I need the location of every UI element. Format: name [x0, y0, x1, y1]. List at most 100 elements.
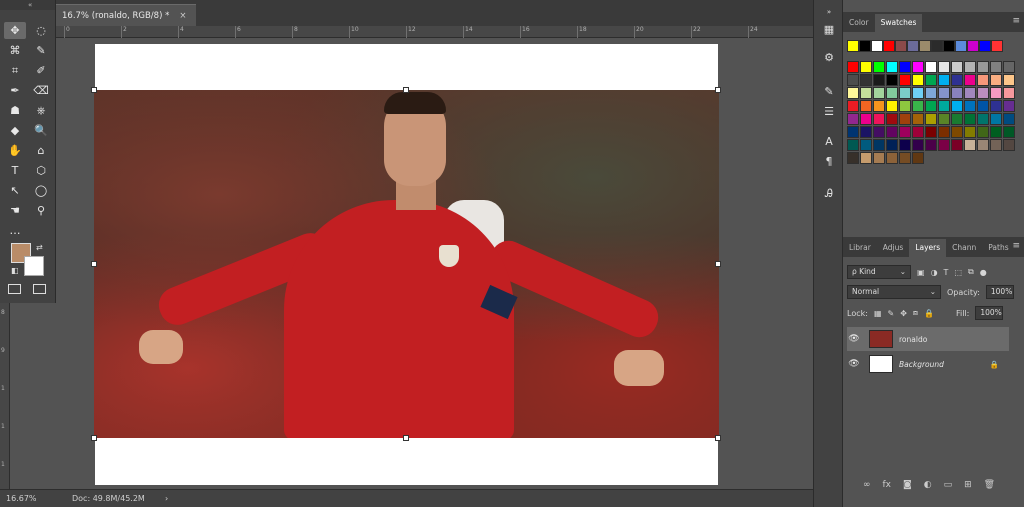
document-tab[interactable]: 16.7% (ronaldo, RGB/8) * ×	[56, 4, 197, 26]
color-swatch[interactable]	[964, 139, 976, 151]
brush-icon[interactable]: ⌫	[30, 82, 52, 99]
recent-swatch[interactable]	[847, 40, 859, 52]
new-group-icon[interactable]: ▭	[944, 480, 953, 490]
color-swatch[interactable]	[990, 113, 1002, 125]
color-swatch[interactable]	[886, 126, 898, 138]
dodge-icon[interactable]: ⌂	[30, 142, 52, 159]
color-swatch[interactable]	[899, 152, 911, 164]
color-swatch[interactable]	[860, 113, 872, 125]
color-swatch[interactable]	[977, 113, 989, 125]
color-swatch[interactable]	[847, 87, 859, 99]
type-icon[interactable]: ⬡	[30, 162, 52, 179]
tab-channels[interactable]: Chann	[946, 239, 982, 257]
color-swatch[interactable]	[938, 126, 950, 138]
color-swatch[interactable]	[873, 152, 885, 164]
color-swatch[interactable]	[1003, 61, 1015, 73]
color-swatch[interactable]	[860, 87, 872, 99]
adjustment-layer-icon[interactable]: ◐	[924, 480, 932, 490]
color-swatch[interactable]	[847, 126, 859, 138]
color-swatch[interactable]	[925, 61, 937, 73]
history-icon[interactable]: ▦	[821, 22, 837, 38]
blur-icon[interactable]: ✋	[4, 142, 26, 159]
transform-handle[interactable]	[715, 435, 721, 441]
color-swatch[interactable]	[873, 139, 885, 151]
glyphs-icon[interactable]: Ꭿ	[821, 186, 837, 202]
filter-toggle-icon[interactable]: ●	[980, 268, 987, 277]
color-swatch[interactable]	[977, 61, 989, 73]
color-swatch[interactable]	[964, 126, 976, 138]
add-mask-icon[interactable]: ◙	[903, 480, 912, 490]
color-swatch[interactable]	[912, 139, 924, 151]
color-swatch[interactable]	[977, 74, 989, 86]
color-swatch[interactable]	[886, 152, 898, 164]
status-menu-arrow[interactable]: ›	[165, 490, 168, 507]
zoom-icon[interactable]: ⚲	[30, 202, 52, 219]
layer-lock-icon[interactable]: 🔒	[990, 360, 999, 369]
color-swatch[interactable]	[886, 139, 898, 151]
panel-menu-icon[interactable]: ≡	[1012, 241, 1020, 251]
recent-swatch[interactable]	[919, 40, 931, 52]
transform-handle[interactable]	[91, 261, 97, 267]
tab-paths[interactable]: Paths	[982, 239, 1014, 257]
color-swatch[interactable]	[925, 139, 937, 151]
color-swatch[interactable]	[899, 100, 911, 112]
color-swatch[interactable]	[860, 61, 872, 73]
color-swatch[interactable]	[873, 113, 885, 125]
tab-layers[interactable]: Layers	[909, 239, 947, 257]
color-swatch[interactable]	[847, 74, 859, 86]
color-swatch[interactable]	[860, 139, 872, 151]
lasso-icon[interactable]: ⌘	[4, 42, 26, 59]
recent-swatch[interactable]	[979, 40, 991, 52]
color-swatch[interactable]	[1003, 100, 1015, 112]
color-swatch[interactable]	[938, 139, 950, 151]
transform-handle[interactable]	[403, 87, 409, 93]
color-swatch[interactable]	[886, 61, 898, 73]
recent-swatch[interactable]	[871, 40, 883, 52]
color-swatch[interactable]	[912, 113, 924, 125]
layer-row-ronaldo[interactable]: 👁 ronaldo	[847, 327, 1009, 351]
color-swatch[interactable]	[847, 100, 859, 112]
color-swatch[interactable]	[847, 113, 859, 125]
color-swatch[interactable]	[951, 74, 963, 86]
path-select-icon[interactable]: ↖	[4, 182, 26, 199]
transform-handle[interactable]	[91, 87, 97, 93]
color-swatch[interactable]	[873, 61, 885, 73]
eyedropper-icon[interactable]: ✐	[30, 62, 52, 79]
color-swatch[interactable]	[912, 126, 924, 138]
link-layers-icon[interactable]: ∞	[863, 480, 871, 490]
recent-swatch[interactable]	[967, 40, 979, 52]
fx-icon[interactable]: fx	[883, 480, 892, 490]
color-swatch[interactable]	[899, 126, 911, 138]
adjustment-filter-icon[interactable]: ◑	[931, 268, 938, 277]
color-swatch[interactable]	[899, 61, 911, 73]
recent-swatch[interactable]	[955, 40, 967, 52]
paragraph-icon[interactable]: ¶	[821, 154, 837, 170]
color-swatch[interactable]	[886, 113, 898, 125]
color-swatch[interactable]	[925, 87, 937, 99]
kind-filter-select[interactable]: ρ Kind ⌄	[847, 265, 911, 279]
color-swatch[interactable]	[912, 152, 924, 164]
paint-bucket-icon[interactable]: 🔍	[30, 122, 52, 139]
recent-swatch[interactable]	[943, 40, 955, 52]
color-swatch[interactable]	[886, 100, 898, 112]
color-swatch[interactable]	[899, 113, 911, 125]
panel-menu-icon[interactable]: ≡	[1012, 16, 1020, 26]
fill-input[interactable]: 100%	[975, 306, 1004, 320]
tab-adjustments[interactable]: Adjus	[877, 239, 910, 257]
opacity-input[interactable]: 100%	[985, 285, 1014, 299]
tab-swatches[interactable]: Swatches	[874, 14, 923, 32]
layer-row-background[interactable]: 👁 Background 🔒	[847, 352, 1009, 376]
move-icon[interactable]: ✥	[4, 22, 26, 39]
color-swatch[interactable]	[964, 74, 976, 86]
crop-icon[interactable]: ⌗	[4, 62, 26, 79]
recent-swatch[interactable]	[883, 40, 895, 52]
lock-image-icon[interactable]: ✎	[888, 309, 895, 318]
canvas-area[interactable]	[56, 38, 798, 489]
default-colors-icon[interactable]: ◧	[11, 266, 19, 275]
recent-swatch[interactable]	[895, 40, 907, 52]
ronaldo-layer-image[interactable]	[94, 90, 719, 438]
history-brush-icon[interactable]: ⎈	[30, 102, 52, 119]
color-swatch[interactable]	[951, 100, 963, 112]
color-swatch[interactable]	[1003, 113, 1015, 125]
color-swatch[interactable]	[847, 61, 859, 73]
